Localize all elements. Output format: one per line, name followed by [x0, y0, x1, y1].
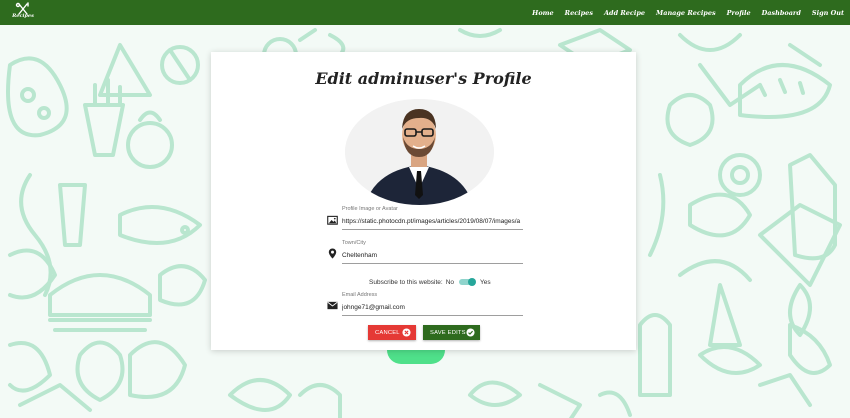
image-field-label: Profile Image or Avatar	[342, 206, 398, 212]
image-icon	[327, 215, 338, 225]
navbar: Recipes Home Recipes Add Recipe Manage R…	[0, 0, 850, 25]
subscribe-row: Subscribe to this website: No Yes	[369, 278, 491, 286]
toggle-knob	[468, 278, 477, 286]
save-edits-button[interactable]: SAVE EDITS	[423, 325, 480, 340]
email-field-label: Email Address	[342, 292, 378, 298]
decorative-green-shape	[387, 350, 445, 364]
edit-profile-card: Edit adminuser's Profile Profile Image o…	[211, 52, 636, 350]
subscribe-label: Subscribe to this website:	[369, 278, 443, 286]
close-circle-icon	[402, 328, 411, 337]
nav-recipes[interactable]: Recipes	[565, 9, 593, 17]
logo-text: Recipes	[12, 13, 34, 19]
image-url-input[interactable]	[342, 216, 523, 230]
nav-home[interactable]: Home	[532, 9, 554, 17]
save-button-label: SAVE EDITS	[430, 329, 466, 336]
page-title: Edit adminuser's Profile	[315, 69, 532, 88]
nav-profile[interactable]: Profile	[727, 9, 751, 17]
location-pin-icon	[328, 248, 337, 259]
nav-dashboard[interactable]: Dashboard	[762, 9, 801, 17]
nav-manage-recipes[interactable]: Manage Recipes	[656, 9, 716, 17]
nav-sign-out[interactable]: Sign Out	[812, 9, 844, 17]
avatar-portrait	[345, 99, 494, 205]
avatar	[345, 99, 494, 205]
cancel-button-label: CANCEL	[375, 329, 400, 336]
subscribe-yes-label: Yes	[480, 278, 491, 286]
city-field-label: Town/City	[342, 240, 366, 246]
subscribe-no-label: No	[445, 278, 455, 286]
email-input[interactable]	[342, 302, 523, 316]
cancel-button[interactable]: CANCEL	[368, 325, 416, 340]
check-circle-icon	[466, 328, 475, 337]
nav-add-recipe[interactable]: Add Recipe	[604, 9, 645, 17]
city-input[interactable]	[342, 250, 523, 264]
envelope-icon	[327, 301, 338, 310]
subscribe-toggle[interactable]	[459, 278, 477, 286]
nav-links: Home Recipes Add Recipe Manage Recipes P…	[521, 0, 844, 25]
